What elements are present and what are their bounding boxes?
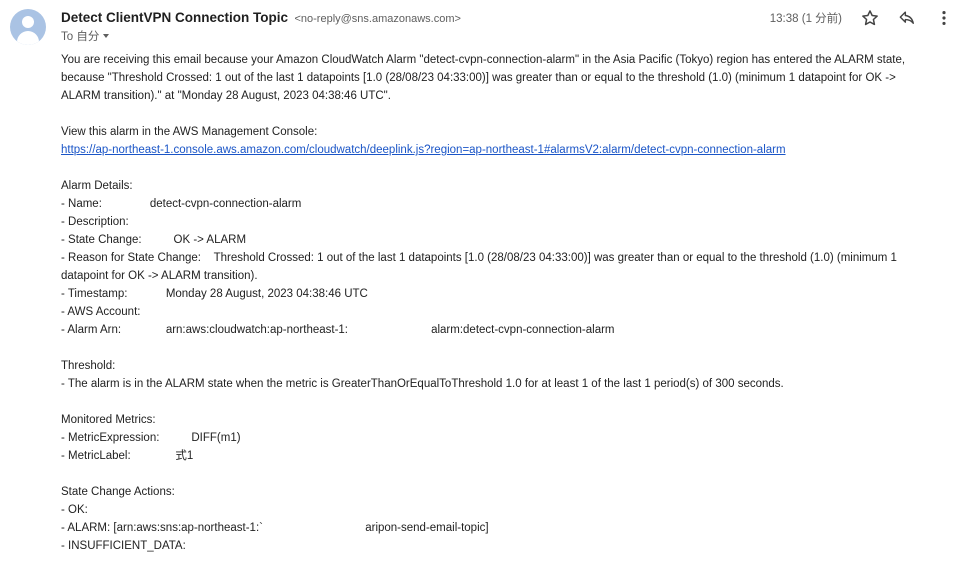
detail-arn-value-2: alarm:detect-cvpn-connection-alarm [431, 324, 615, 336]
metric-expression-label: - MetricExpression: [61, 432, 160, 444]
action-ok: - OK: [61, 504, 88, 516]
email-body: You are receiving this email because you… [61, 51, 946, 555]
detail-reason-value-1: Threshold Crossed: 1 out of the last 1 d… [213, 252, 897, 264]
threshold-text: - The alarm is in the ALARM state when t… [61, 378, 784, 390]
detail-reason-row: - Reason for State Change: Threshold Cro… [61, 249, 946, 267]
detail-description-label: - Description: [61, 216, 129, 228]
detail-arn-label: - Alarm Arn: [61, 324, 122, 336]
action-insufficient: - INSUFFICIENT_DATA: [61, 540, 186, 552]
metric-label-label: - MetricLabel: [61, 450, 131, 462]
sender-email: <no-reply@sns.amazonaws.com> [294, 13, 461, 25]
detail-account-label: - AWS Account: [61, 306, 141, 318]
detail-reason-label: - Reason for State Change: [61, 252, 201, 264]
console-link[interactable]: https://ap-northeast-1.console.aws.amazo… [61, 144, 786, 156]
detail-arn-row: - Alarm Arn: arn:aws:cloudwatch:ap-north… [61, 321, 946, 339]
caret-down-icon[interactable] [103, 34, 110, 38]
intro-line-3: ALARM transition)." at "Monday 28 August… [61, 90, 391, 102]
intro-line-1: You are receiving this email because you… [61, 54, 906, 66]
detail-reason-value-2: datapoint for OK -> ALARM transition). [61, 270, 258, 282]
detail-state-row: - State Change: OK -> ALARM [61, 231, 946, 249]
sender-avatar[interactable] [10, 9, 46, 45]
action-alarm-value: aripon-send-email-topic] [365, 522, 489, 534]
detail-arn-value-1: arn:aws:cloudwatch:ap-northeast-1: [165, 324, 348, 336]
action-alarm-row: - ALARM: [arn:aws:sns:ap-northeast-1:` a… [61, 519, 946, 537]
actions-heading: State Change Actions: [61, 486, 175, 498]
reply-icon[interactable] [897, 8, 919, 28]
threshold-heading: Threshold: [61, 360, 116, 372]
recipient-line[interactable]: To 自分 [61, 28, 110, 44]
more-vert-icon[interactable] [934, 8, 956, 28]
intro-line-2: because "Threshold Crossed: 1 out of the… [61, 72, 896, 84]
metrics-heading: Monitored Metrics: [61, 414, 156, 426]
detail-state-value: OK -> ALARM [173, 234, 247, 246]
sender-name[interactable]: Detect ClientVPN Connection Topic [61, 10, 288, 25]
recipient-label: To 自分 [61, 31, 100, 43]
detail-timestamp-row: - Timestamp: Monday 28 August, 2023 04:3… [61, 285, 946, 303]
detail-timestamp-value: Monday 28 August, 2023 04:38:46 UTC [165, 288, 368, 300]
action-alarm-label: - ALARM: [arn:aws:sns:ap-northeast-1:` [61, 522, 263, 534]
detail-name-label: - Name: [61, 198, 102, 210]
detail-state-label: - State Change: [61, 234, 142, 246]
email-timestamp: 13:38 (1 分前) [769, 13, 842, 25]
metric-label-row: - MetricLabel: 式1 [61, 447, 946, 465]
sender-line: Detect ClientVPN Connection Topic <no-re… [61, 9, 461, 27]
metric-expression-row: - MetricExpression: DIFF(m1) [61, 429, 946, 447]
alarm-details-heading: Alarm Details: [61, 180, 133, 192]
detail-name-row: - Name: detect-cvpn-connection-alarm [61, 195, 946, 213]
star-icon[interactable] [860, 8, 882, 28]
detail-name-value: detect-cvpn-connection-alarm [149, 198, 302, 210]
avatar-shoulders-shape [17, 31, 39, 45]
detail-timestamp-label: - Timestamp: [61, 288, 128, 300]
console-label: View this alarm in the AWS Management Co… [61, 126, 318, 138]
metric-label-value: 式1 [175, 450, 194, 462]
metric-expression-value: DIFF(m1) [191, 432, 241, 444]
avatar-head-shape [22, 16, 34, 28]
